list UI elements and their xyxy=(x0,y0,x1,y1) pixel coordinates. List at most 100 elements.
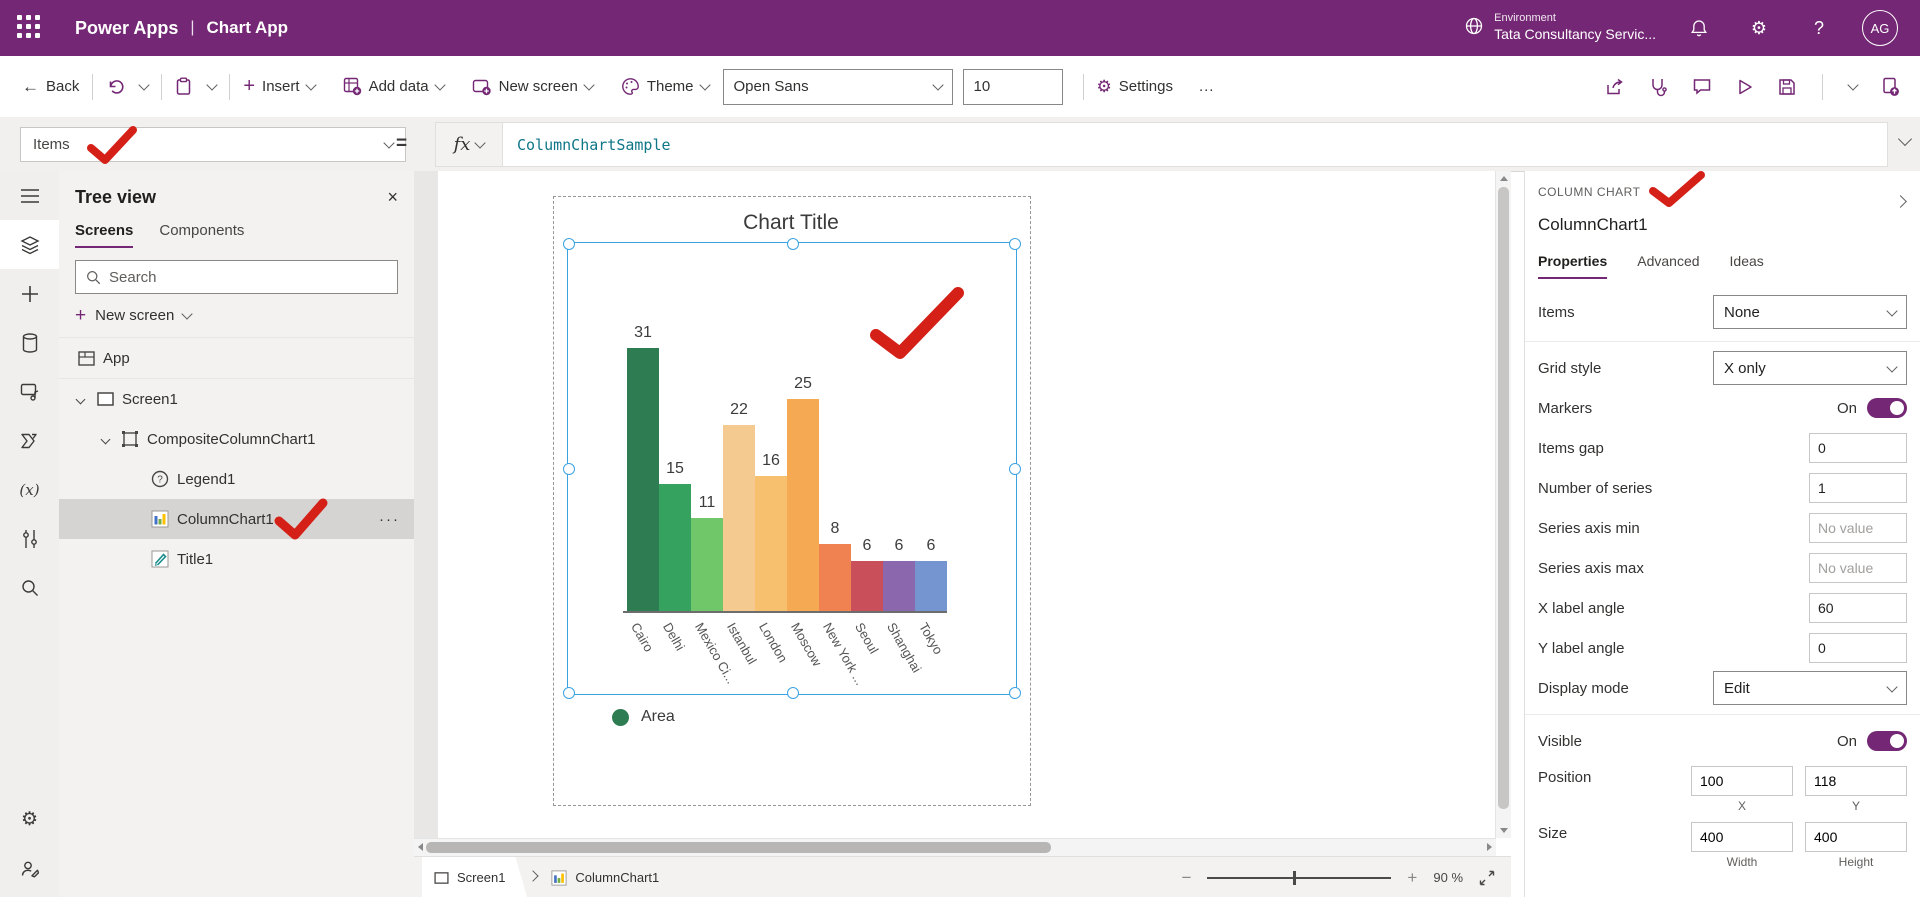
bar-Delhi[interactable] xyxy=(659,484,691,612)
formula-bar-expand-chevron[interactable] xyxy=(1897,131,1913,149)
theme-button[interactable]: Theme xyxy=(621,77,711,96)
scroll-right-arrow[interactable] xyxy=(1487,843,1492,851)
environment-picker[interactable]: Environment Tata Consultancy Servic... xyxy=(1464,12,1656,43)
zoom-slider[interactable] xyxy=(1207,870,1392,885)
bar-Cairo[interactable] xyxy=(627,348,659,612)
bar-Moscow[interactable] xyxy=(787,399,819,612)
selection-handle-top-left[interactable] xyxy=(563,238,575,250)
markers-toggle[interactable] xyxy=(1867,398,1907,418)
display-mode-dropdown[interactable]: Edit xyxy=(1713,671,1907,705)
paste-button[interactable] xyxy=(175,77,192,96)
chart-title[interactable]: Chart Title xyxy=(553,211,1029,235)
zoom-slider-handle[interactable] xyxy=(1293,870,1297,885)
variables-icon[interactable]: (x) xyxy=(0,465,59,514)
tab-ideas[interactable]: Ideas xyxy=(1730,253,1764,279)
bar-Shanghai[interactable] xyxy=(883,561,915,612)
tree-item-columnchart1[interactable]: ColumnChart1 ··· xyxy=(59,498,414,540)
chevron-down-icon[interactable] xyxy=(100,434,111,444)
selection-handle-bottom-left[interactable] xyxy=(563,687,575,699)
save-menu-chevron[interactable] xyxy=(1847,79,1859,91)
zoom-percent[interactable]: 90 % xyxy=(1433,870,1463,885)
zoom-out-button[interactable]: − xyxy=(1181,868,1191,888)
insert-icon[interactable] xyxy=(0,269,59,318)
controls-icon[interactable] xyxy=(0,514,59,563)
undo-menu-chevron[interactable] xyxy=(138,79,151,91)
tree-search-input[interactable]: Search xyxy=(75,260,398,294)
status-screen-tab[interactable]: Screen1 xyxy=(422,857,527,897)
chart-legend[interactable]: Area xyxy=(612,708,675,726)
vertical-scroll-thumb[interactable] xyxy=(1498,187,1509,809)
bar-Mexico Ci...[interactable] xyxy=(691,518,723,612)
x-label-angle-input[interactable] xyxy=(1809,593,1907,623)
horizontal-scroll-thumb[interactable] xyxy=(426,842,1051,853)
scroll-down-arrow[interactable] xyxy=(1500,828,1508,833)
position-y-input[interactable] xyxy=(1805,765,1907,796)
more-commands-button[interactable]: ... xyxy=(1199,78,1215,95)
chevron-down-icon[interactable] xyxy=(75,394,86,404)
size-width-input[interactable] xyxy=(1691,821,1793,852)
paste-menu-chevron[interactable] xyxy=(206,79,219,91)
bar-Istanbul[interactable] xyxy=(723,425,755,612)
close-icon[interactable]: × xyxy=(387,187,398,208)
bar-Tokyo[interactable] xyxy=(915,561,947,612)
bar-Seoul[interactable] xyxy=(851,561,883,612)
selection-handle-top-right[interactable] xyxy=(1009,238,1021,250)
tab-screens[interactable]: Screens xyxy=(75,222,134,248)
tree-item-legend1[interactable]: ? Legend1 xyxy=(59,459,414,499)
new-screen-button[interactable]: New screen xyxy=(472,78,595,96)
bar-New York ...[interactable] xyxy=(819,544,851,612)
visible-toggle[interactable] xyxy=(1867,731,1907,751)
app-checker-icon[interactable] xyxy=(1649,77,1668,97)
selection-handle-middle-left[interactable] xyxy=(563,463,575,475)
search-icon[interactable] xyxy=(0,563,59,612)
status-control-breadcrumb[interactable]: ColumnChart1 xyxy=(551,869,659,886)
fit-to-window-icon[interactable] xyxy=(1479,870,1495,886)
y-label-angle-input[interactable] xyxy=(1809,633,1907,663)
fx-dropdown[interactable]: fx xyxy=(436,123,503,166)
items-dropdown[interactable]: None xyxy=(1713,295,1907,329)
publish-icon[interactable] xyxy=(1881,77,1900,97)
settings-gear-icon[interactable]: ⚙ xyxy=(1742,11,1776,45)
save-icon[interactable] xyxy=(1778,78,1796,96)
rail-settings-gear-icon[interactable]: ⚙ xyxy=(0,795,59,844)
help-icon[interactable]: ? xyxy=(1802,11,1836,45)
tree-view-icon[interactable] xyxy=(0,220,59,269)
selection-handle-top-middle[interactable] xyxy=(787,238,799,250)
add-data-button[interactable]: Add data xyxy=(343,77,446,96)
more-options-button[interactable]: ··· xyxy=(379,511,400,528)
share-icon[interactable] xyxy=(1605,77,1625,97)
advanced-tools-icon[interactable] xyxy=(0,844,59,893)
scroll-up-arrow[interactable] xyxy=(1500,176,1508,181)
chart-bars[interactable]: 31 15 11 22 16 25 8 6 6 6 xyxy=(627,311,947,612)
data-icon[interactable] xyxy=(0,318,59,367)
grid-style-dropdown[interactable]: X only xyxy=(1713,351,1907,385)
tree-item-screen1[interactable]: Screen1 xyxy=(59,378,414,419)
number-of-series-input[interactable] xyxy=(1809,473,1907,503)
series-axis-min-input[interactable] xyxy=(1809,513,1907,543)
formula-input[interactable]: ColumnChartSample xyxy=(503,123,1887,166)
property-selector-dropdown[interactable]: Items xyxy=(20,126,406,164)
selection-handle-middle-right[interactable] xyxy=(1009,463,1021,475)
new-screen-tree-button[interactable]: + New screen xyxy=(75,306,398,325)
zoom-in-button[interactable]: + xyxy=(1407,868,1417,888)
preview-play-icon[interactable] xyxy=(1736,78,1754,96)
font-family-dropdown[interactable]: Open Sans xyxy=(722,68,953,105)
app-launcher-icon[interactable] xyxy=(17,15,43,41)
items-gap-input[interactable] xyxy=(1809,433,1907,463)
notifications-bell-icon[interactable] xyxy=(1682,11,1716,45)
selection-handle-bottom-right[interactable] xyxy=(1009,687,1021,699)
horizontal-scrollbar[interactable] xyxy=(414,838,1496,856)
undo-button[interactable] xyxy=(106,78,124,96)
tab-components[interactable]: Components xyxy=(159,222,244,248)
settings-button[interactable]: ⚙ Settings xyxy=(1097,77,1173,97)
tree-item-title1[interactable]: Title1 xyxy=(59,539,414,579)
panel-collapse-chevron[interactable] xyxy=(1894,193,1907,210)
tree-item-app[interactable]: App xyxy=(59,337,414,378)
collapse-menu-icon[interactable] xyxy=(0,171,59,220)
tab-advanced[interactable]: Advanced xyxy=(1637,253,1699,279)
size-height-input[interactable] xyxy=(1805,821,1907,852)
tab-properties[interactable]: Properties xyxy=(1538,253,1608,279)
avatar[interactable]: AG xyxy=(1862,10,1898,46)
insert-button[interactable]: + Insert xyxy=(243,75,317,98)
bar-London[interactable] xyxy=(755,476,787,612)
